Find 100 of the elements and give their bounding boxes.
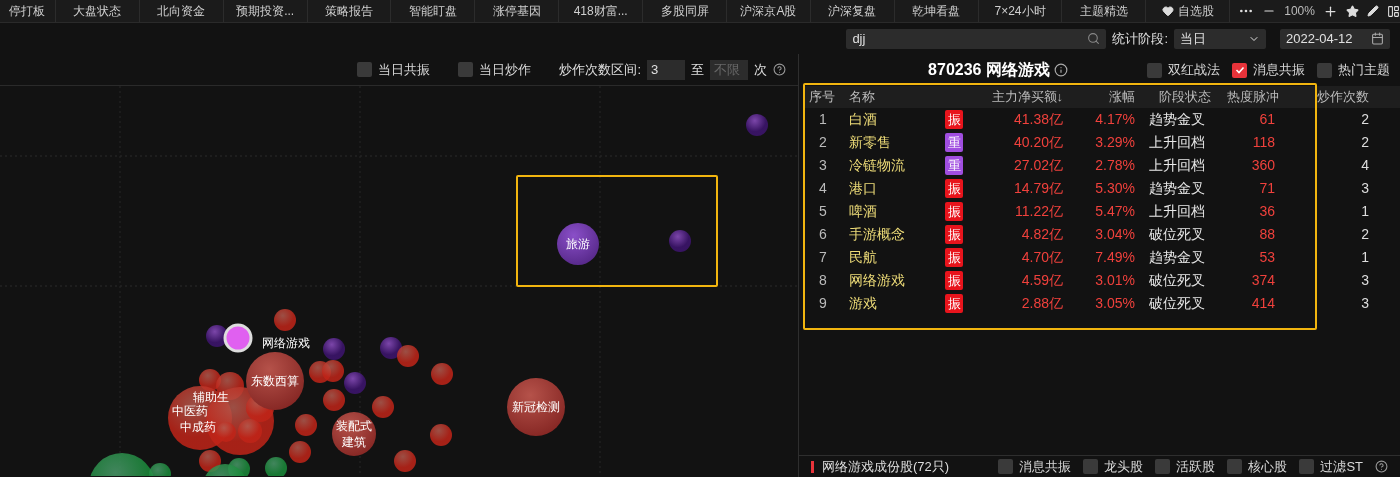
table-cell-text: 8: [818, 271, 828, 290]
nav-tab[interactable]: 主题精选: [1062, 0, 1147, 22]
table-cell-text: 2.78%: [1094, 156, 1135, 175]
checkbox[interactable]: [1299, 459, 1315, 474]
topic-bubble[interactable]: 新冠检测: [507, 378, 565, 436]
tag-badge: 振: [945, 248, 963, 267]
selected-bubble[interactable]: [223, 323, 253, 353]
table-cell-text: 3: [1360, 271, 1369, 290]
tag-badge: 重: [945, 133, 963, 152]
star-icon[interactable]: [1345, 4, 1359, 18]
checkbox-label: 当日共振: [378, 60, 431, 79]
topic-bubble[interactable]: 旅游: [557, 223, 599, 265]
nav-tab[interactable]: 大盘状态: [55, 0, 140, 22]
table-cell-text: 40.20亿: [1012, 133, 1063, 152]
table-cell-text: 36: [1258, 202, 1276, 221]
search-icon: [1087, 32, 1101, 45]
nav-tab[interactable]: 418财富...: [559, 0, 644, 22]
table-cell-text: 上升回档: [1149, 202, 1206, 221]
option-label: 核心股: [1248, 457, 1288, 476]
accent-bar: [811, 460, 814, 473]
nav-tab[interactable]: 沪深复盘: [810, 0, 895, 22]
table-cell-text: 2: [818, 133, 828, 152]
layout-icon[interactable]: [1386, 4, 1400, 18]
nav-tab[interactable]: 预期投资...: [223, 0, 308, 22]
checkbox[interactable]: [357, 62, 373, 77]
checkbox[interactable]: [998, 459, 1014, 474]
topic-bubble[interactable]: 装配式建筑: [332, 412, 376, 456]
nav-tab[interactable]: 自选股: [1146, 0, 1231, 22]
help-icon[interactable]: [1375, 460, 1388, 473]
column-header[interactable]: 热度脉冲: [1215, 87, 1279, 107]
nav-tab[interactable]: 乾坤看盘: [894, 0, 979, 22]
table-cell-text: 4.59亿: [1020, 271, 1063, 290]
checkbox[interactable]: [1232, 62, 1247, 78]
range-min-field[interactable]: 3: [647, 59, 685, 80]
nav-tab[interactable]: 北向资金: [139, 0, 224, 22]
topic-bubble[interactable]: 东数西算: [246, 352, 304, 410]
bubble[interactable]: [206, 325, 228, 347]
nav-tab[interactable]: 智能盯盘: [391, 0, 476, 22]
table-cell-text: 啤酒: [848, 202, 878, 221]
table-cell-text: 14.79亿: [1012, 179, 1063, 198]
bubble-label: 中成药: [180, 420, 216, 434]
help-icon[interactable]: [773, 63, 786, 76]
table-cell-text: 4: [1360, 156, 1369, 175]
table-cell-text: 上升回档: [1149, 156, 1206, 175]
table-cell-text: 61: [1258, 110, 1276, 129]
table-cell-text: 2: [1360, 225, 1369, 244]
tag-badge: 振: [945, 294, 963, 313]
nav-tab[interactable]: 7×24小时: [978, 0, 1063, 22]
nav-tab[interactable]: 策略报告: [307, 0, 392, 22]
table-cell-text: 3.01%: [1094, 271, 1135, 290]
detail-title: 870236 网络游戏: [928, 60, 1050, 80]
table-cell-text: 5.47%: [1094, 202, 1135, 221]
table-cell-text: 趋势金叉: [1149, 179, 1206, 198]
nav-tab[interactable]: 沪深京A股: [726, 0, 811, 22]
search-field[interactable]: djj: [846, 28, 1107, 49]
period-select[interactable]: 当日: [1174, 28, 1266, 49]
range-max-field[interactable]: 不限: [710, 59, 748, 80]
zoom-in-icon[interactable]: [1322, 3, 1338, 19]
column-header[interactable]: 阶段状态: [1149, 87, 1215, 107]
checkbox[interactable]: [458, 62, 474, 77]
checkbox[interactable]: [1227, 459, 1243, 474]
tag-badge: 振: [945, 179, 963, 198]
pencil-icon[interactable]: [1366, 5, 1379, 17]
bubble-label: 辅助生: [193, 390, 229, 404]
column-header[interactable]: 序号: [805, 87, 841, 107]
table-cell-text: 3: [818, 156, 828, 175]
table-cell-text: 88: [1258, 225, 1276, 244]
table-cell-text: 7: [818, 248, 828, 267]
unit-label: 次: [754, 60, 767, 79]
info-icon[interactable]: [1053, 63, 1068, 77]
table-cell-text: 网络游戏: [848, 271, 906, 290]
checkbox[interactable]: [1147, 62, 1162, 78]
option-label: 过滤ST: [1320, 457, 1363, 476]
column-header[interactable]: 主力净买额↓: [971, 87, 1063, 107]
option-label: 龙头股: [1104, 457, 1144, 476]
checkbox[interactable]: [1155, 459, 1171, 474]
tag-badge: 振: [945, 271, 963, 290]
date-field[interactable]: 2022-04-12: [1280, 28, 1390, 49]
column-header[interactable]: 名称: [841, 87, 945, 107]
table-cell-text: 1: [1360, 248, 1369, 267]
table-cell-text: 趋势金叉: [1149, 248, 1206, 267]
table-cell-text: 白酒: [848, 110, 878, 129]
nav-tab[interactable]: 停打板: [0, 0, 56, 22]
bubble-label: 中医药: [172, 404, 208, 418]
check-icon: [1234, 65, 1245, 75]
nav-tab[interactable]: 多股同屏: [643, 0, 727, 22]
checkbox[interactable]: [1083, 459, 1099, 474]
nav-tab[interactable]: 涨停基因: [475, 0, 560, 22]
zoom-level: 100%: [1284, 3, 1315, 20]
checkbox[interactable]: [1317, 62, 1332, 78]
table-cell-text: 游戏: [848, 294, 878, 313]
tag-badge: 振: [945, 202, 963, 221]
table-cell-text: 破位死叉: [1149, 271, 1206, 290]
table-cell-text: 1: [1360, 202, 1369, 221]
table-cell-text: 冷链物流: [848, 156, 906, 175]
column-header[interactable]: 炒作次数: [1279, 87, 1369, 107]
column-header[interactable]: 涨幅: [1063, 87, 1135, 107]
table-cell-text: 2: [1360, 110, 1369, 129]
table-cell-text: 3.05%: [1094, 294, 1135, 313]
table-cell-text: 71: [1258, 179, 1276, 198]
